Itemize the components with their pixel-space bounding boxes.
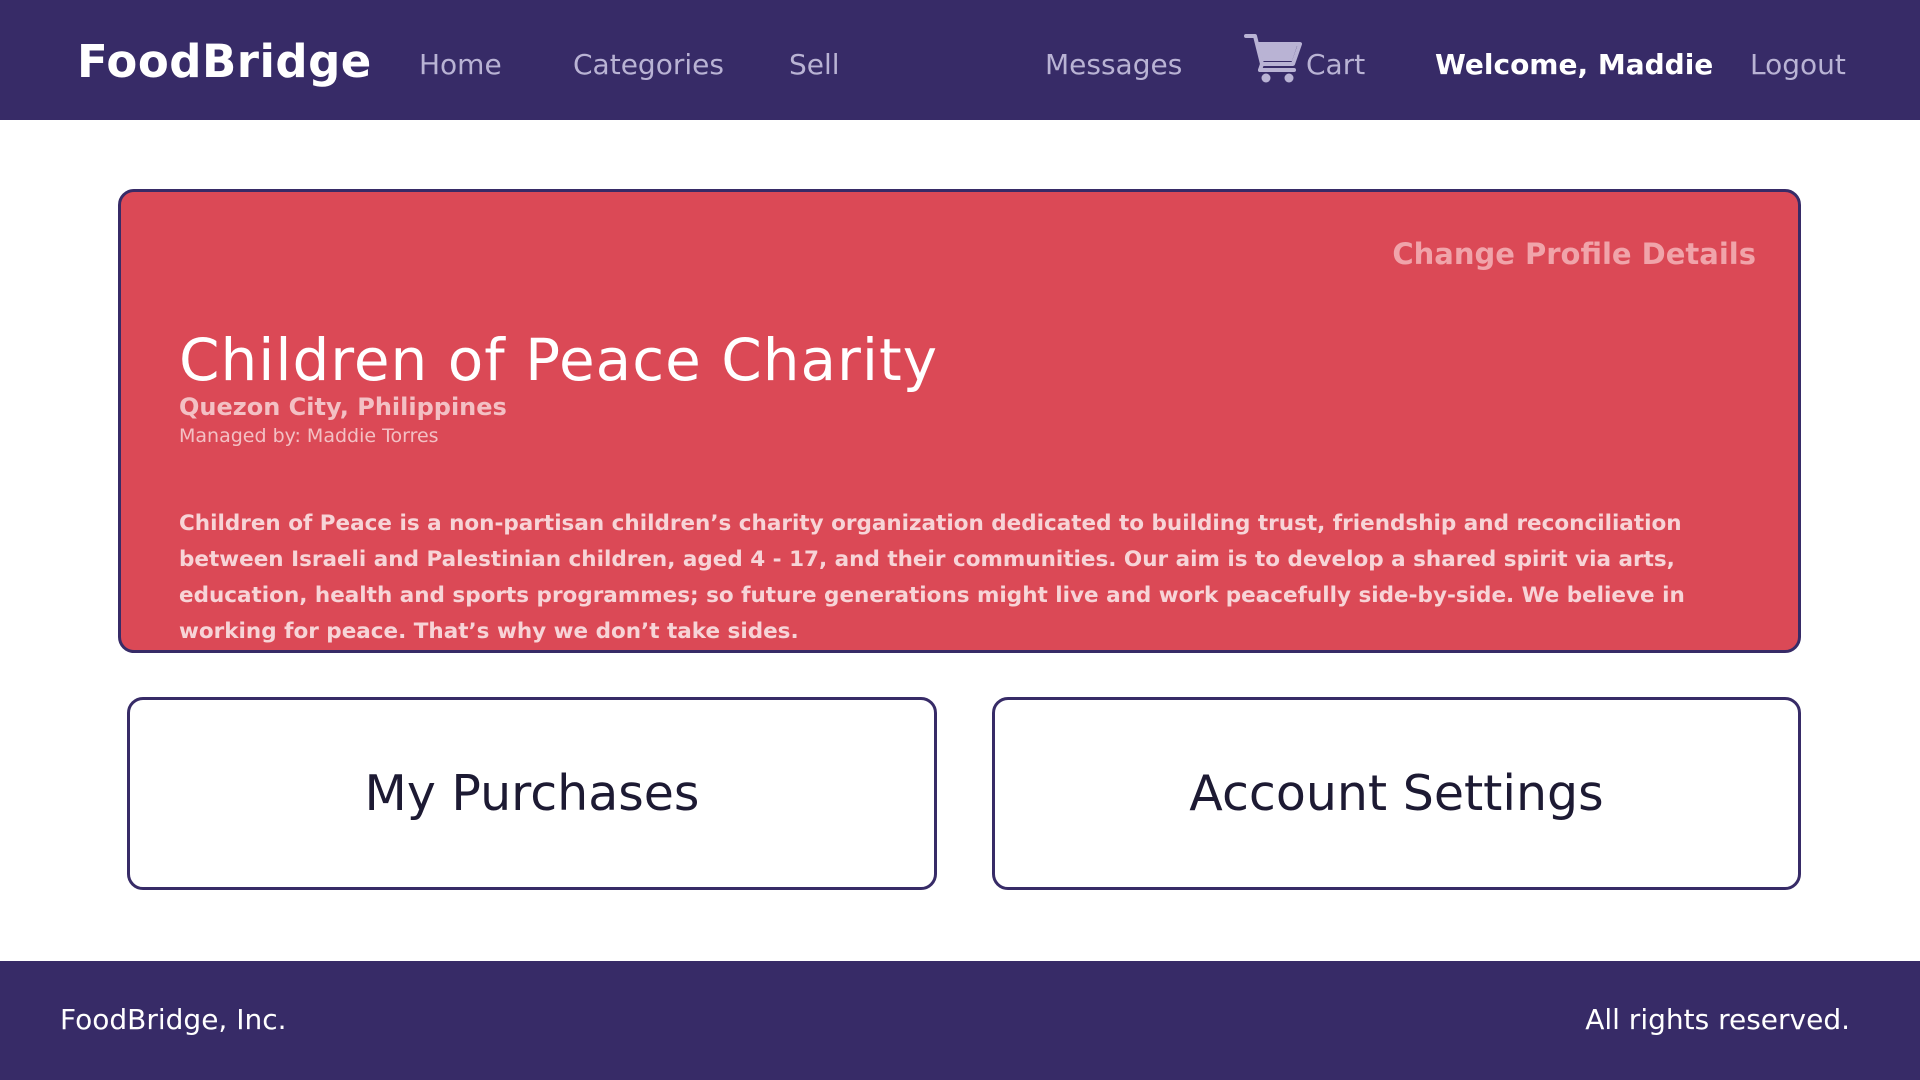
account-settings-label: Account Settings xyxy=(1189,764,1604,822)
organization-name: Children of Peace Charity xyxy=(179,326,939,394)
nav-categories-link[interactable]: Categories xyxy=(573,48,724,82)
account-settings-button[interactable]: Account Settings xyxy=(992,697,1801,890)
my-purchases-button[interactable]: My Purchases xyxy=(127,697,937,890)
footer-rights: All rights reserved. xyxy=(1585,1003,1850,1036)
organization-manager: Managed by: Maddie Torres xyxy=(179,425,439,447)
nav-sell-link[interactable]: Sell xyxy=(789,48,840,82)
welcome-message: Welcome, Maddie xyxy=(1435,48,1714,81)
cart-label: Cart xyxy=(1306,48,1366,81)
brand-logo[interactable]: FoodBridge xyxy=(77,34,372,90)
top-navbar: FoodBridge Home Categories Sell Messages… xyxy=(0,0,1920,120)
organization-location: Quezon City, Philippines xyxy=(179,393,507,421)
nav-home-link[interactable]: Home xyxy=(419,48,502,82)
my-purchases-label: My Purchases xyxy=(364,764,700,822)
footer-company: FoodBridge, Inc. xyxy=(60,1003,287,1036)
nav-messages-link[interactable]: Messages xyxy=(1045,48,1182,82)
nav-cart-link[interactable]: Cart xyxy=(1244,28,1365,84)
cart-icon xyxy=(1244,32,1302,84)
page-footer: FoodBridge, Inc. All rights reserved. xyxy=(0,961,1920,1080)
organization-description: Children of Peace is a non-partisan chil… xyxy=(179,511,1685,644)
change-profile-details-link[interactable]: Change Profile Details xyxy=(1392,236,1756,272)
profile-card: Change Profile Details Children of Peace… xyxy=(118,189,1801,653)
nav-logout-link[interactable]: Logout xyxy=(1750,48,1846,82)
